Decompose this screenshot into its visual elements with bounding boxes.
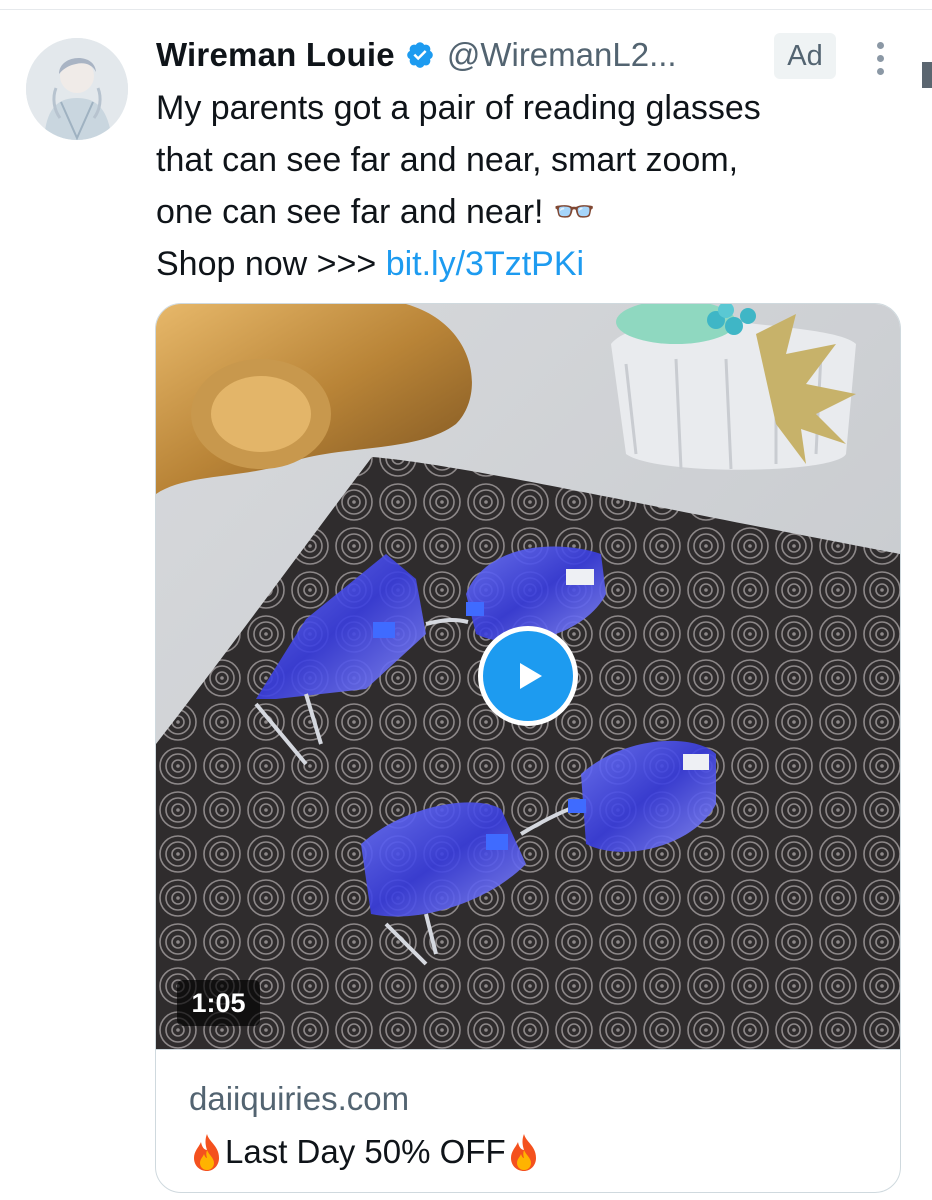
cta-prefix: Shop now >>> bbox=[156, 245, 386, 283]
tweet-text-line: My parents got a pair of reading glasses bbox=[156, 89, 761, 127]
video-player[interactable]: 1:05 bbox=[156, 304, 900, 1049]
avatar[interactable] bbox=[26, 38, 128, 140]
tweet-text-line: one can see far and near! 👓 bbox=[156, 193, 596, 231]
card-domain: daiiquiries.com bbox=[189, 1080, 410, 1117]
scrollbar-thumb[interactable] bbox=[922, 62, 932, 88]
play-button[interactable] bbox=[478, 626, 578, 726]
more-options-icon[interactable] bbox=[866, 38, 894, 78]
tweet-text: My parents got a pair of reading glasses… bbox=[156, 82, 896, 290]
top-divider bbox=[0, 9, 932, 10]
ad-badge: Ad bbox=[774, 33, 836, 79]
fire-icon bbox=[506, 1132, 542, 1172]
play-icon bbox=[520, 663, 542, 689]
author-display-name[interactable]: Wireman Louie bbox=[156, 36, 395, 74]
card-title: Last Day 50% OFF bbox=[189, 1132, 542, 1172]
link-card[interactable]: 1:05 daiiquiries.com Last Day 50% OFF bbox=[155, 303, 901, 1193]
card-title-text: Last Day 50% OFF bbox=[225, 1133, 506, 1170]
author-handle[interactable]: @WiremanL2... bbox=[447, 36, 677, 74]
video-duration: 1:05 bbox=[177, 980, 260, 1026]
card-footer[interactable]: daiiquiries.com Last Day 50% OFF bbox=[156, 1049, 900, 1192]
tweet-cta-line: Shop now >>> bit.ly/3TztPKi bbox=[156, 238, 896, 290]
verified-badge-icon bbox=[405, 40, 435, 70]
fire-icon bbox=[189, 1132, 225, 1172]
tweet-header: Wireman Louie @WiremanL2... bbox=[156, 30, 677, 80]
tweet-text-line: that can see far and near, smart zoom, bbox=[156, 141, 739, 179]
shop-link[interactable]: bit.ly/3TztPKi bbox=[386, 245, 584, 283]
